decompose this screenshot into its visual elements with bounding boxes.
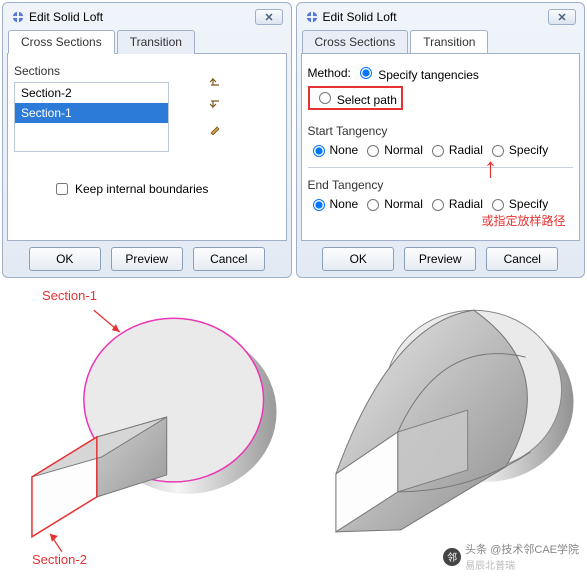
start-tangency-label: Start Tangency — [308, 124, 574, 138]
dialog-title: Edit Solid Loft — [29, 10, 103, 24]
dialog-buttons: OK Preview Cancel — [301, 241, 581, 273]
tab-transition[interactable]: Transition — [410, 30, 488, 54]
move-down-icon[interactable] — [209, 99, 225, 111]
dialog-title: Edit Solid Loft — [323, 10, 397, 24]
tab-cross-sections[interactable]: Cross Sections — [8, 30, 115, 54]
sections-listbox[interactable]: Section-2 Section-1 — [14, 82, 169, 152]
preview-button[interactable]: Preview — [111, 247, 183, 271]
titlebar: Edit Solid Loft — [7, 7, 287, 29]
app-icon — [305, 10, 319, 24]
list-item[interactable]: Section-1 — [15, 103, 168, 123]
radio-select-path[interactable]: Select path — [314, 89, 397, 107]
reorder-toolbar — [209, 75, 225, 135]
keep-boundaries-checkbox[interactable] — [56, 183, 68, 195]
tab-transition[interactable]: Transition — [117, 30, 195, 54]
tab-cross-sections[interactable]: Cross Sections — [302, 30, 409, 54]
radio-start-radial[interactable]: Radial — [427, 142, 483, 157]
cancel-button[interactable]: Cancel — [486, 247, 558, 271]
watermark-line2: 易辰北普瑞 — [465, 557, 579, 572]
cross-sections-panel: Sections Section-2 Section-1 Keep intern… — [7, 53, 287, 241]
transition-panel: Method: Specify tangencies Select path S… — [301, 53, 581, 241]
method-label: Method: — [308, 66, 351, 80]
titlebar: Edit Solid Loft — [301, 7, 581, 29]
edit-icon[interactable] — [209, 123, 225, 135]
radio-specify-tangencies[interactable]: Specify tangencies — [355, 64, 479, 82]
close-button[interactable] — [548, 9, 576, 25]
radio-end-radial[interactable]: Radial — [427, 196, 483, 211]
radio-end-none[interactable]: None — [308, 196, 359, 211]
method-row: Method: Specify tangencies Select path — [308, 64, 574, 110]
edit-loft-dialog-left: Edit Solid Loft Cross Sections Transitio… — [2, 2, 292, 278]
radio-end-specify[interactable]: Specify — [487, 196, 548, 211]
dialog-buttons: OK Preview Cancel — [7, 241, 287, 273]
annotation-arrow-icon: ↑ — [484, 154, 498, 182]
keep-boundaries-label: Keep internal boundaries — [75, 182, 208, 196]
section2-label: Section-2 — [32, 552, 87, 567]
select-path-highlight: Select path — [308, 86, 403, 110]
watermark-line1: 头条 @技术邻CAE学院 — [465, 541, 579, 557]
close-button[interactable] — [255, 9, 283, 25]
watermark: 邻 头条 @技术邻CAE学院 易辰北普瑞 — [443, 541, 579, 572]
radio-start-none[interactable]: None — [308, 142, 359, 157]
watermark-icon: 邻 — [443, 548, 461, 566]
list-item[interactable]: Section-2 — [15, 83, 168, 103]
start-tangency-group: Start Tangency None Normal Radial Specif… — [308, 114, 574, 161]
viewport-left: Section-1 Section-2 — [2, 282, 292, 578]
tabstrip: Cross Sections Transition — [7, 29, 287, 54]
separator — [308, 167, 574, 168]
app-icon — [11, 10, 25, 24]
radio-end-normal[interactable]: Normal — [362, 196, 423, 211]
ok-button[interactable]: OK — [322, 247, 394, 271]
move-up-icon[interactable] — [209, 75, 225, 87]
radio-start-normal[interactable]: Normal — [362, 142, 423, 157]
cancel-button[interactable]: Cancel — [193, 247, 265, 271]
ok-button[interactable]: OK — [29, 247, 101, 271]
section1-label: Section-1 — [42, 288, 97, 303]
tabstrip: Cross Sections Transition — [301, 29, 581, 54]
edit-loft-dialog-right: Edit Solid Loft Cross Sections Transitio… — [296, 2, 586, 278]
annotation-text: 或指定放样路径 — [482, 212, 566, 229]
end-tangency-label: End Tangency — [308, 178, 574, 192]
preview-button[interactable]: Preview — [404, 247, 476, 271]
sections-label: Sections — [14, 64, 280, 78]
viewport-right: 邻 头条 @技术邻CAE学院 易辰北普瑞 — [296, 282, 586, 578]
end-tangency-group: End Tangency None Normal Radial Specify — [308, 174, 574, 215]
